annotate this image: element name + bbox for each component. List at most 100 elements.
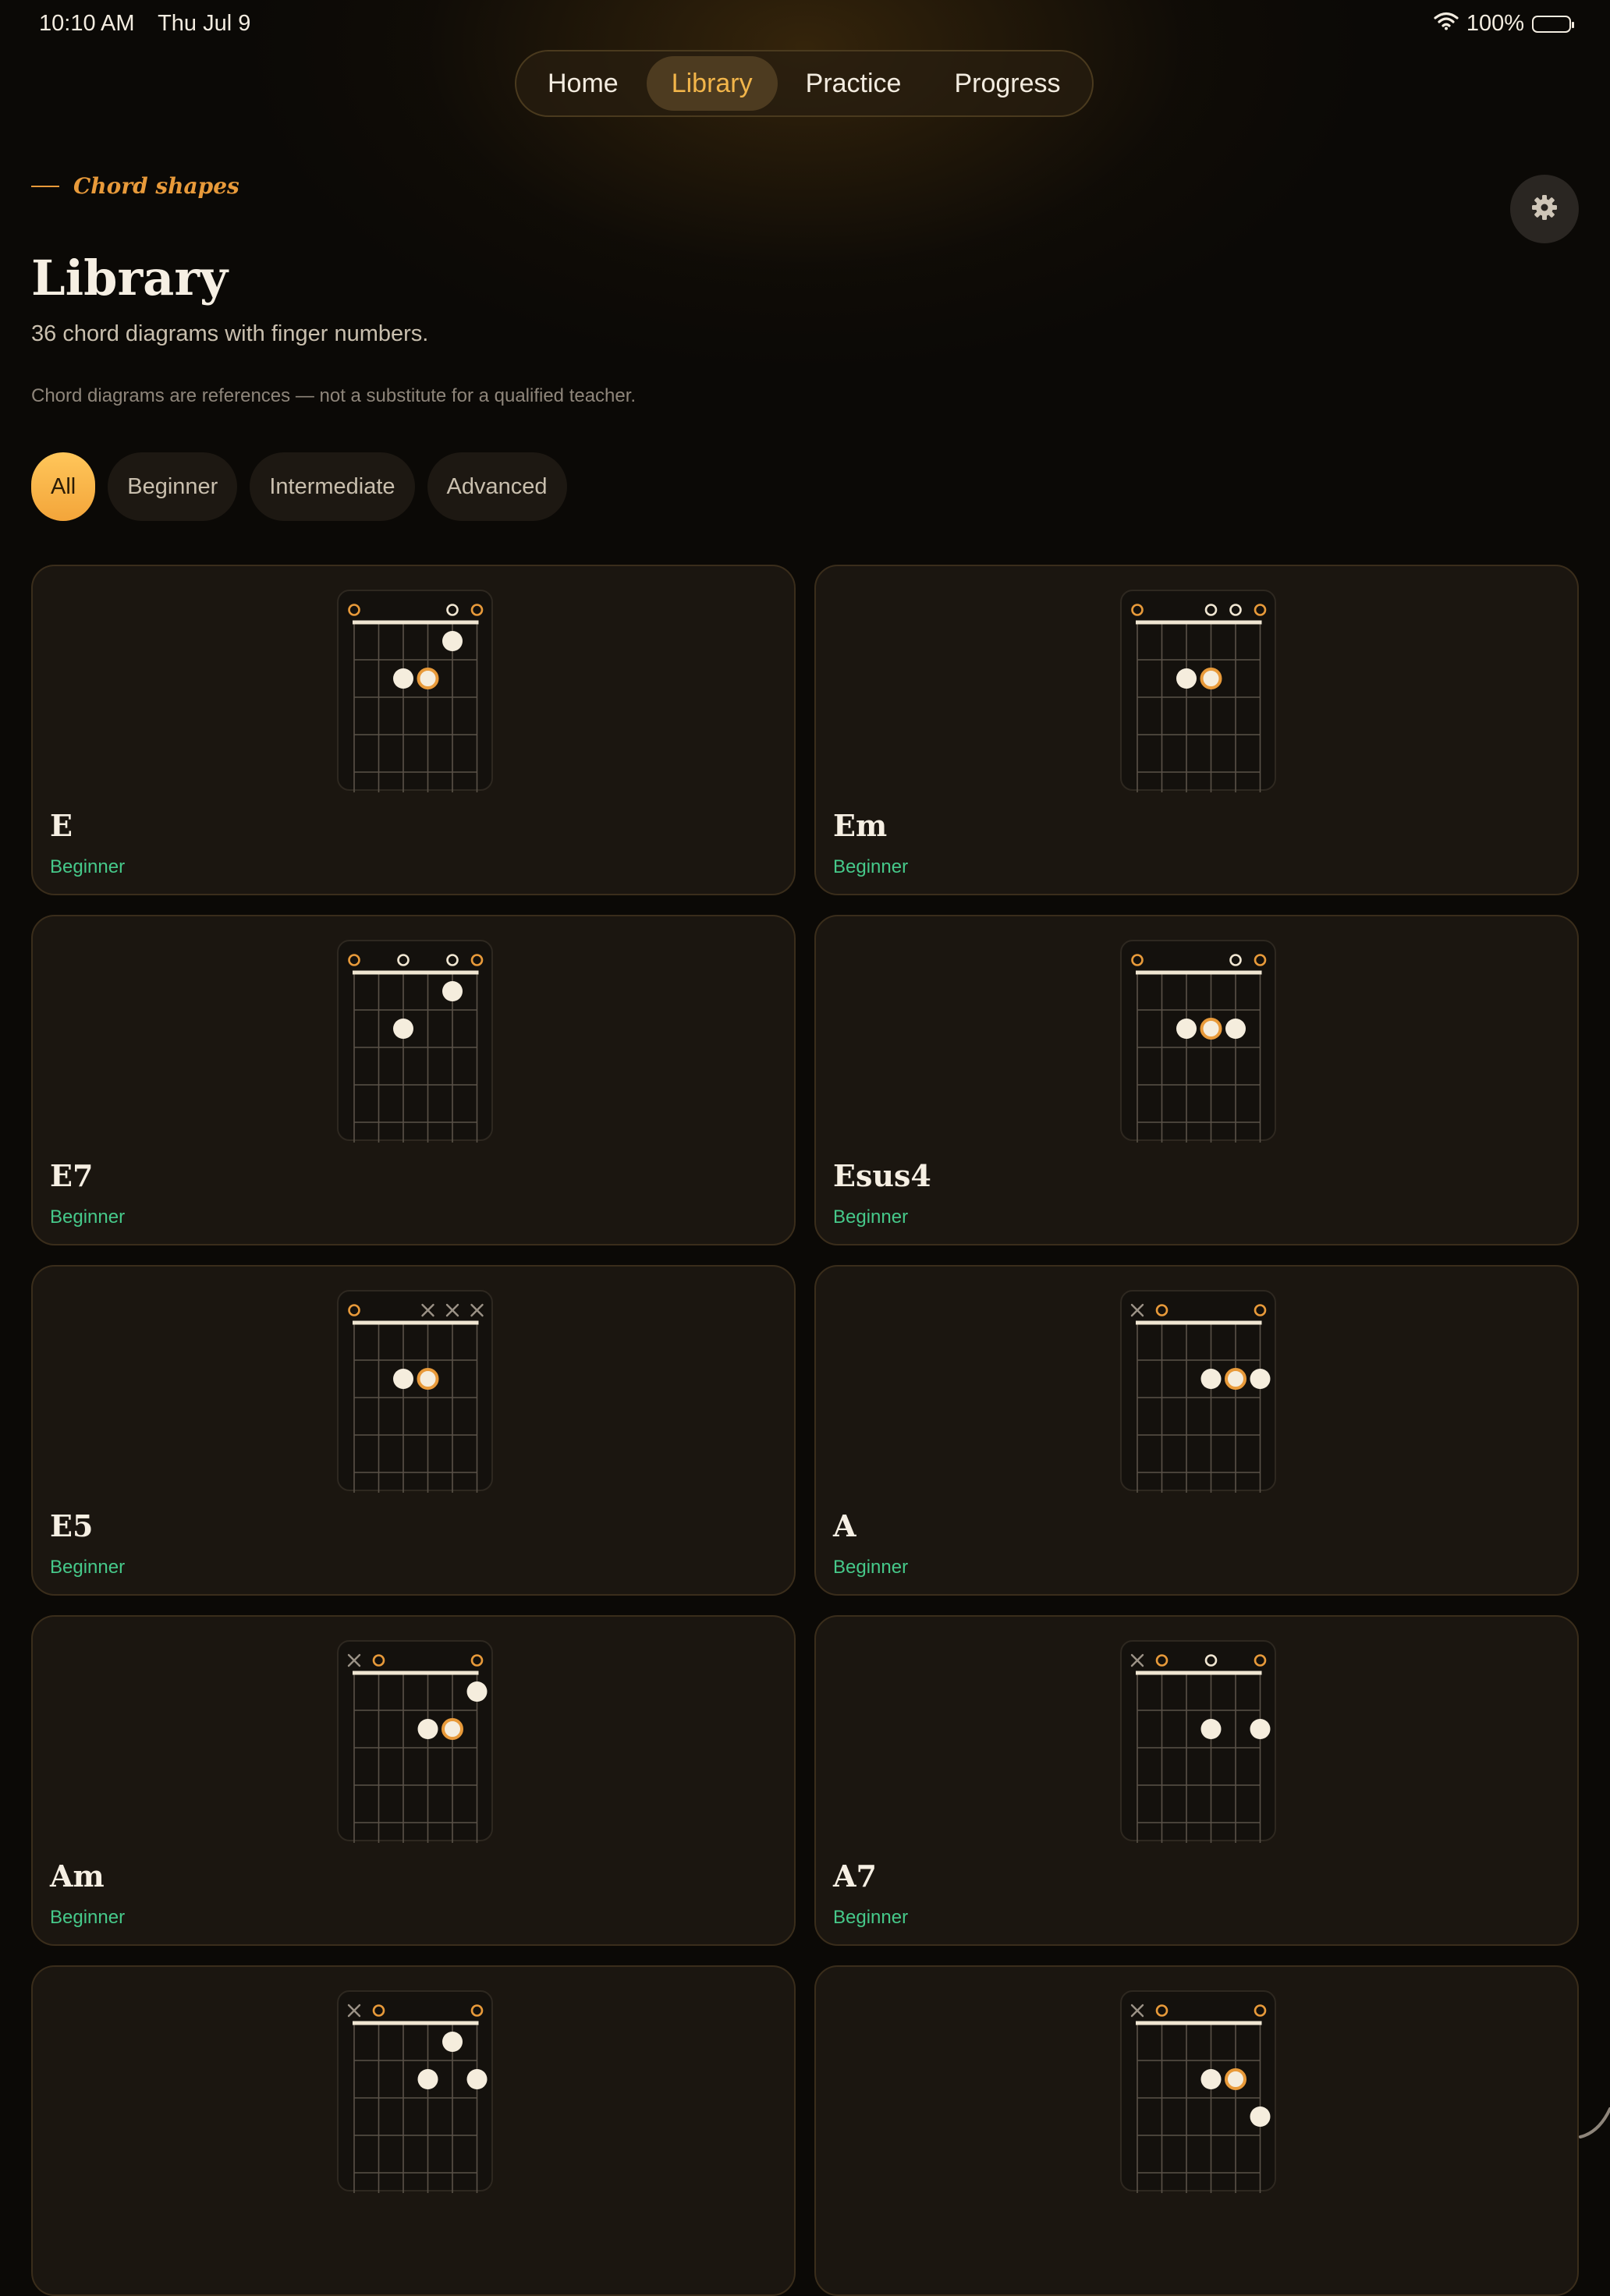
wifi-icon: [1434, 11, 1459, 37]
chord-card[interactable]: Esus4 Beginner: [814, 915, 1579, 1245]
root-finger-dot: [1200, 668, 1222, 689]
chord-card[interactable]: [31, 1965, 796, 2296]
chord-diagram: [337, 1990, 493, 2193]
open-string-marker: [1155, 2004, 1168, 2017]
disclaimer-text: Chord diagrams are references — not a su…: [31, 385, 637, 406]
root-finger-dot: [1225, 1368, 1247, 1390]
open-string-marker: [348, 604, 360, 616]
chord-level: Beginner: [833, 856, 909, 877]
chord-diagram: [1120, 1990, 1276, 2193]
finger-dot: [417, 2069, 438, 2089]
open-string-marker: [1131, 954, 1144, 966]
open-string-marker: [348, 1304, 360, 1316]
open-string-marker: [1155, 1304, 1168, 1316]
chord-name: E5: [50, 1508, 94, 1543]
chord-diagram: [337, 1640, 493, 1843]
muted-string-marker: [1130, 2004, 1144, 2018]
muted-string-marker: [445, 1303, 459, 1317]
chord-level: Beginner: [50, 1557, 126, 1578]
root-finger-dot: [417, 668, 439, 689]
chord-level: Beginner: [50, 1206, 126, 1228]
muted-string-marker: [347, 2004, 361, 2018]
status-date: Thu Jul 9: [158, 11, 251, 36]
chord-name: A7: [833, 1858, 877, 1894]
chord-diagram: [1120, 940, 1276, 1143]
page-title: Library: [31, 250, 229, 306]
chord-diagram: [337, 590, 493, 792]
root-finger-dot: [1200, 1018, 1222, 1040]
chord-diagram: [1120, 1640, 1276, 1843]
chord-card[interactable]: E5 Beginner: [31, 1265, 796, 1596]
fretboard-grid: [1137, 2023, 1261, 2193]
chord-name: Esus4: [833, 1158, 931, 1193]
open-string-marker: [446, 604, 459, 616]
nav-practice[interactable]: Practice: [781, 56, 927, 111]
filter-advanced[interactable]: Advanced: [427, 452, 567, 521]
open-string-marker: [372, 2004, 385, 2017]
chord-diagram: [337, 1290, 493, 1493]
finger-dot: [1250, 1719, 1271, 1739]
finger-dot: [1250, 1369, 1271, 1389]
battery-percent: 100%: [1466, 11, 1524, 36]
status-left: 10:10 AM Thu Jul 9: [39, 11, 268, 37]
finger-dot: [442, 981, 463, 1001]
open-string-marker: [1229, 604, 1242, 616]
open-string-marker: [1254, 1304, 1267, 1316]
open-string-marker: [1204, 1654, 1218, 1667]
chord-level: Beginner: [50, 856, 126, 877]
chord-name: Am: [50, 1858, 105, 1894]
open-string-marker: [470, 604, 484, 616]
open-string-marker: [1131, 604, 1144, 616]
finger-dot: [1200, 1719, 1222, 1739]
nav-library[interactable]: Library: [646, 56, 778, 111]
chord-card[interactable]: Am Beginner: [31, 1615, 796, 1946]
chord-level: Beginner: [833, 1907, 909, 1928]
scroll-indicator[interactable]: [1576, 2101, 1610, 2142]
filter-intermediate[interactable]: Intermediate: [250, 452, 415, 521]
finger-dot: [466, 1681, 488, 1702]
chord-name: E7: [50, 1158, 94, 1193]
open-string-marker: [1155, 1654, 1168, 1667]
finger-dot: [1176, 668, 1197, 689]
chord-diagram: [1120, 590, 1276, 792]
finger-dot: [393, 668, 413, 689]
fretboard-grid: [1137, 1673, 1261, 1843]
eyebrow-text: Chord shapes: [73, 173, 239, 199]
root-finger-dot: [442, 1718, 463, 1740]
status-right: 100%: [1434, 11, 1574, 37]
fretboard-grid: [353, 1323, 478, 1493]
chord-diagram: [1120, 1290, 1276, 1493]
muted-string-marker: [421, 1303, 434, 1317]
finger-dot: [1200, 2069, 1222, 2089]
chord-name: Em: [833, 808, 888, 843]
open-string-marker: [470, 954, 484, 966]
finger-dot: [393, 1369, 413, 1389]
open-string-marker: [1204, 604, 1218, 616]
chord-card[interactable]: A Beginner: [814, 1265, 1579, 1596]
chord-card[interactable]: E7 Beginner: [31, 915, 796, 1245]
chord-name: E: [50, 808, 73, 843]
chord-card[interactable]: [814, 1965, 1579, 2296]
finger-dot: [1250, 2106, 1271, 2127]
nav-home[interactable]: Home: [523, 56, 644, 111]
nav-progress[interactable]: Progress: [929, 56, 1085, 111]
finger-dot: [393, 1019, 413, 1039]
filter-all[interactable]: All: [31, 452, 96, 521]
root-finger-dot: [417, 1368, 439, 1390]
open-string-marker: [1254, 954, 1267, 966]
chord-card[interactable]: A7 Beginner: [814, 1615, 1579, 1946]
chord-name: A: [833, 1508, 856, 1543]
status-bar: 10:10 AM Thu Jul 9 100%: [39, 11, 1574, 42]
gear-icon: [1530, 193, 1559, 225]
muted-string-marker: [1130, 1303, 1144, 1317]
open-string-marker: [470, 2004, 484, 2017]
finger-dot: [466, 2069, 488, 2089]
chord-card[interactable]: Em Beginner: [814, 565, 1579, 895]
filter-beginner[interactable]: Beginner: [108, 452, 238, 521]
settings-button[interactable]: [1510, 175, 1579, 243]
chord-card[interactable]: E Beginner: [31, 565, 796, 895]
eyebrow-line: [31, 185, 59, 187]
open-string-marker: [372, 1654, 385, 1667]
chord-level: Beginner: [50, 1907, 126, 1928]
muted-string-marker: [347, 1653, 361, 1667]
